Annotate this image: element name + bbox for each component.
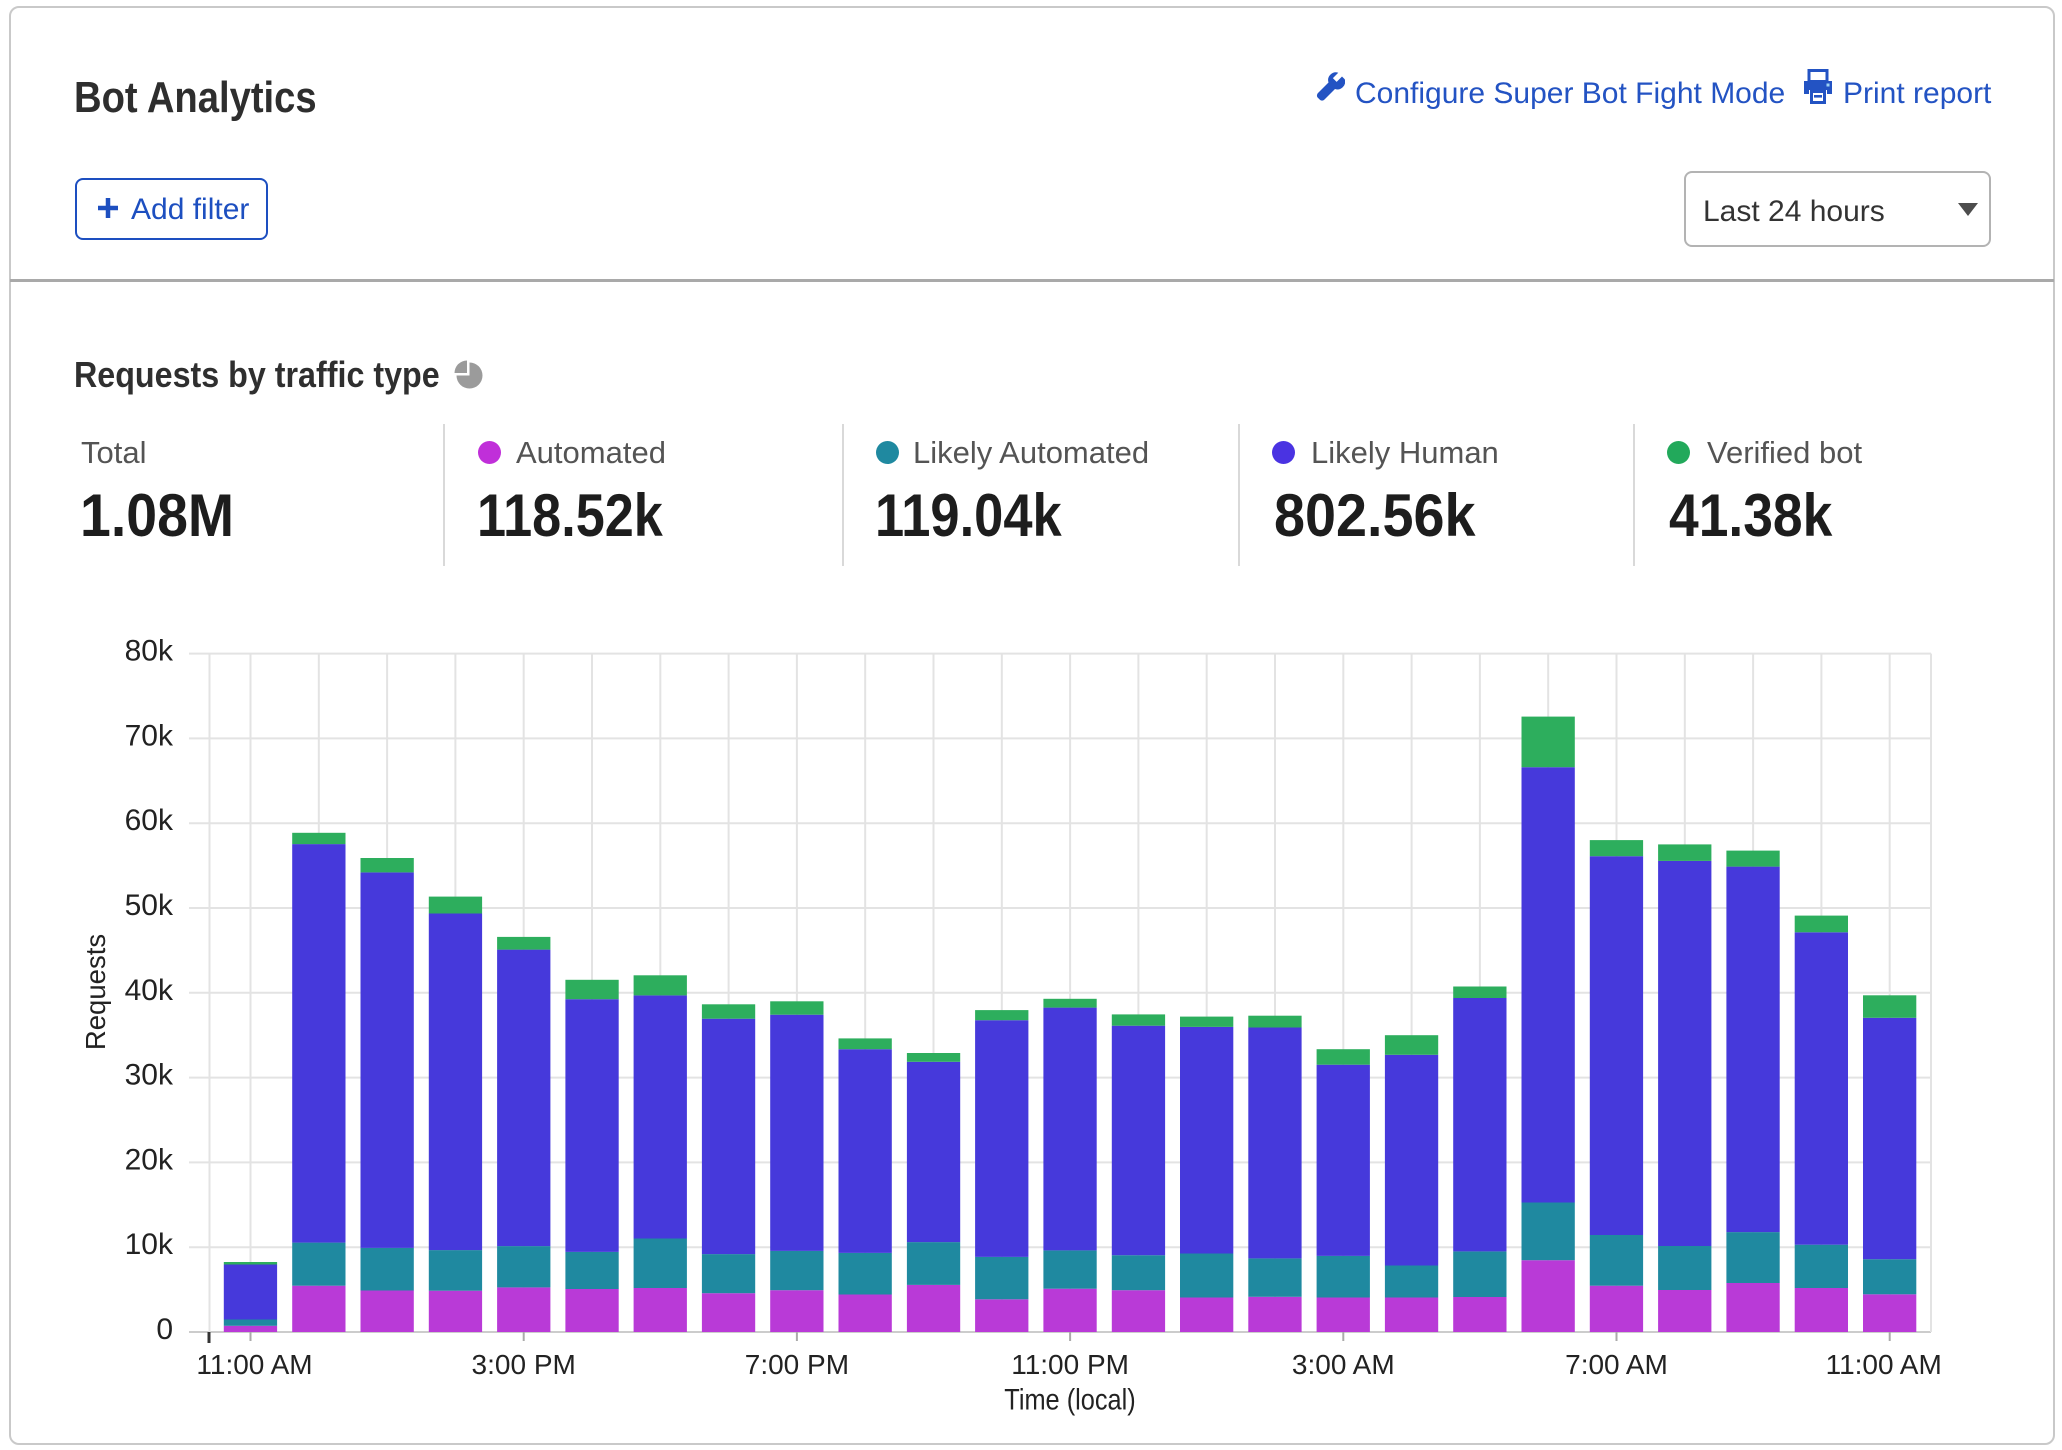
svg-text:Time (local): Time (local): [1004, 1382, 1135, 1415]
svg-text:20k: 20k: [125, 1143, 174, 1176]
svg-text:3:00 AM: 3:00 AM: [1292, 1349, 1395, 1380]
svg-text:7:00 AM: 7:00 AM: [1565, 1349, 1668, 1380]
svg-text:10k: 10k: [125, 1228, 174, 1261]
svg-text:7:00 PM: 7:00 PM: [745, 1349, 849, 1380]
svg-text:70k: 70k: [125, 719, 174, 752]
svg-text:0: 0: [156, 1313, 173, 1346]
svg-text:80k: 80k: [125, 635, 174, 668]
svg-text:Requests: Requests: [80, 934, 111, 1050]
svg-text:11:00 AM: 11:00 AM: [196, 1349, 312, 1380]
svg-text:30k: 30k: [125, 1059, 174, 1092]
svg-text:40k: 40k: [125, 974, 174, 1007]
svg-text:3:00 PM: 3:00 PM: [472, 1349, 576, 1380]
svg-text:11:00 PM: 11:00 PM: [1011, 1349, 1129, 1380]
svg-text:11:00 AM: 11:00 AM: [1826, 1349, 1942, 1380]
svg-text:50k: 50k: [125, 889, 174, 922]
svg-text:60k: 60k: [125, 804, 174, 837]
